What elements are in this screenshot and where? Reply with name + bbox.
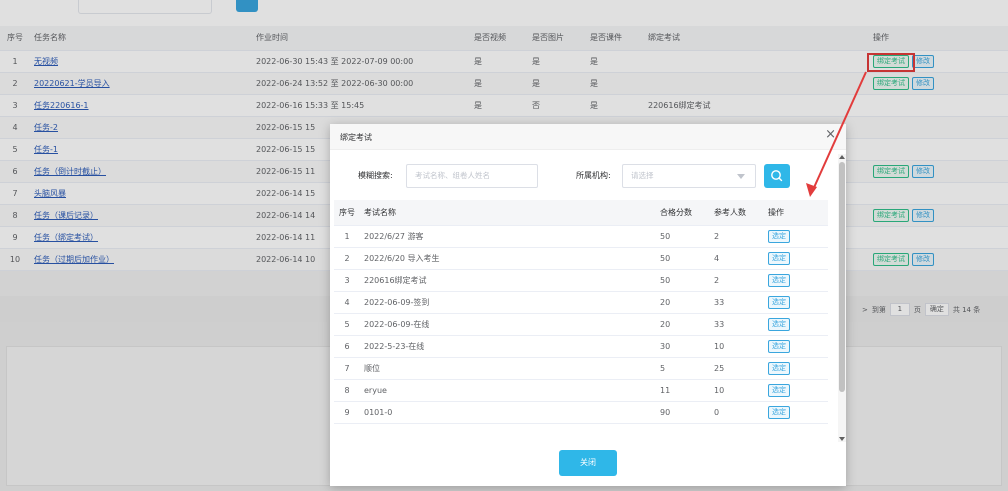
exam-participant-count: 0 <box>710 401 764 424</box>
exam-pass-score: 50 <box>656 247 710 270</box>
exam-action-cell: 选定 <box>764 269 828 292</box>
exam-action-cell: 选定 <box>764 379 828 402</box>
exam-table: 序号 考试名称 合格分数 参考人数 操作 1 2022/6/27 游客 50 2 选定 2… <box>334 200 828 424</box>
exam-index: 4 <box>334 291 360 314</box>
exam-name: 2022/6/27 游客 <box>360 225 656 248</box>
exam-header-name: 考试名称 <box>360 200 656 226</box>
select-exam-button[interactable]: 选定 <box>768 251 790 265</box>
filter-row: 模糊搜索: 考试名称、组卷人姓名 所属机构: 请选择 <box>330 164 846 188</box>
select-exam-button[interactable]: 选定 <box>768 317 790 331</box>
exam-action-cell: 选定 <box>764 335 828 358</box>
exam-header-action: 操作 <box>764 200 828 226</box>
exam-participant-count: 2 <box>710 225 764 248</box>
scroll-down-icon[interactable] <box>839 437 845 441</box>
select-exam-button[interactable]: 选定 <box>768 273 790 287</box>
exam-index: 8 <box>334 379 360 402</box>
search-label: 模糊搜索: <box>358 171 393 180</box>
bind-exam-dialog: 绑定考试 × 模糊搜索: 考试名称、组卷人姓名 所属机构: 请选择 序号 考试名… <box>330 124 846 486</box>
exam-pass-score: 20 <box>656 313 710 336</box>
exam-pass-score: 50 <box>656 269 710 292</box>
exam-row: 3 220616绑定考试 50 2 选定 <box>334 269 828 292</box>
exam-row: 1 2022/6/27 游客 50 2 选定 <box>334 225 828 248</box>
exam-participant-count: 10 <box>710 379 764 402</box>
exam-index: 1 <box>334 225 360 248</box>
exam-header-index: 序号 <box>334 200 360 226</box>
exam-name: eryue <box>360 379 656 402</box>
search-icon <box>771 170 783 182</box>
exam-index: 3 <box>334 269 360 292</box>
exam-action-cell: 选定 <box>764 401 828 424</box>
select-exam-button[interactable]: 选定 <box>768 383 790 397</box>
exam-row: 2 2022/6/20 导入考生 50 4 选定 <box>334 247 828 270</box>
exam-pass-score: 50 <box>656 225 710 248</box>
select-exam-button[interactable]: 选定 <box>768 361 790 375</box>
select-exam-button[interactable]: 选定 <box>768 339 790 353</box>
exam-row: 7 顺位 5 25 选定 <box>334 357 828 380</box>
exam-name: 2022-06-09-在线 <box>360 313 656 336</box>
exam-pass-score: 30 <box>656 335 710 358</box>
exam-participant-count: 4 <box>710 247 764 270</box>
exam-index: 9 <box>334 401 360 424</box>
dialog-title: 绑定考试 <box>340 133 372 142</box>
exam-pass-score: 11 <box>656 379 710 402</box>
exam-header-pass: 合格分数 <box>656 200 710 226</box>
org-select[interactable]: 请选择 <box>622 164 756 188</box>
exam-row: 4 2022-06-09-签到 20 33 选定 <box>334 291 828 314</box>
exam-pass-score: 20 <box>656 291 710 314</box>
exam-name: 2022-5-23-在线 <box>360 335 656 358</box>
chevron-down-icon <box>737 174 745 179</box>
exam-action-cell: 选定 <box>764 313 828 336</box>
exam-search-input[interactable]: 考试名称、组卷人姓名 <box>406 164 538 188</box>
exam-participant-count: 10 <box>710 335 764 358</box>
exam-action-cell: 选定 <box>764 357 828 380</box>
exam-table-wrap: 序号 考试名称 合格分数 参考人数 操作 1 2022/6/27 游客 50 2 选定 2… <box>330 200 828 442</box>
exam-header-count: 参考人数 <box>710 200 764 226</box>
exam-name: 2022/6/20 导入考生 <box>360 247 656 270</box>
exam-participant-count: 25 <box>710 357 764 380</box>
select-exam-button[interactable]: 选定 <box>768 405 790 419</box>
scroll-up-icon[interactable] <box>839 155 845 159</box>
dialog-scrollbar[interactable] <box>838 154 846 442</box>
exam-pass-score: 90 <box>656 401 710 424</box>
exam-row: 8 eryue 11 10 选定 <box>334 379 828 402</box>
close-button[interactable]: 关闭 <box>559 450 617 476</box>
exam-row: 5 2022-06-09-在线 20 33 选定 <box>334 313 828 336</box>
exam-index: 2 <box>334 247 360 270</box>
exam-name: 220616绑定考试 <box>360 269 656 292</box>
exam-pass-score: 5 <box>656 357 710 380</box>
close-icon[interactable]: × <box>825 128 836 142</box>
select-exam-button[interactable]: 选定 <box>768 229 790 243</box>
exam-index: 7 <box>334 357 360 380</box>
exam-name: 顺位 <box>360 357 656 380</box>
scroll-thumb[interactable] <box>839 162 845 392</box>
exam-row: 6 2022-5-23-在线 30 10 选定 <box>334 335 828 358</box>
exam-index: 6 <box>334 335 360 358</box>
exam-action-cell: 选定 <box>764 291 828 314</box>
exam-index: 5 <box>334 313 360 336</box>
org-select-placeholder: 请选择 <box>631 171 654 180</box>
dialog-header: 绑定考试 × <box>330 124 846 150</box>
exam-name: 2022-06-09-签到 <box>360 291 656 314</box>
exam-row: 9 0101-0 90 0 选定 <box>334 401 828 424</box>
exam-participant-count: 2 <box>710 269 764 292</box>
exam-table-header: 序号 考试名称 合格分数 参考人数 操作 <box>334 200 828 226</box>
exam-action-cell: 选定 <box>764 225 828 248</box>
exam-participant-count: 33 <box>710 313 764 336</box>
exam-name: 0101-0 <box>360 401 656 424</box>
search-button[interactable] <box>764 164 790 188</box>
exam-action-cell: 选定 <box>764 247 828 270</box>
select-exam-button[interactable]: 选定 <box>768 295 790 309</box>
org-label: 所属机构: <box>576 171 611 180</box>
exam-participant-count: 33 <box>710 291 764 314</box>
